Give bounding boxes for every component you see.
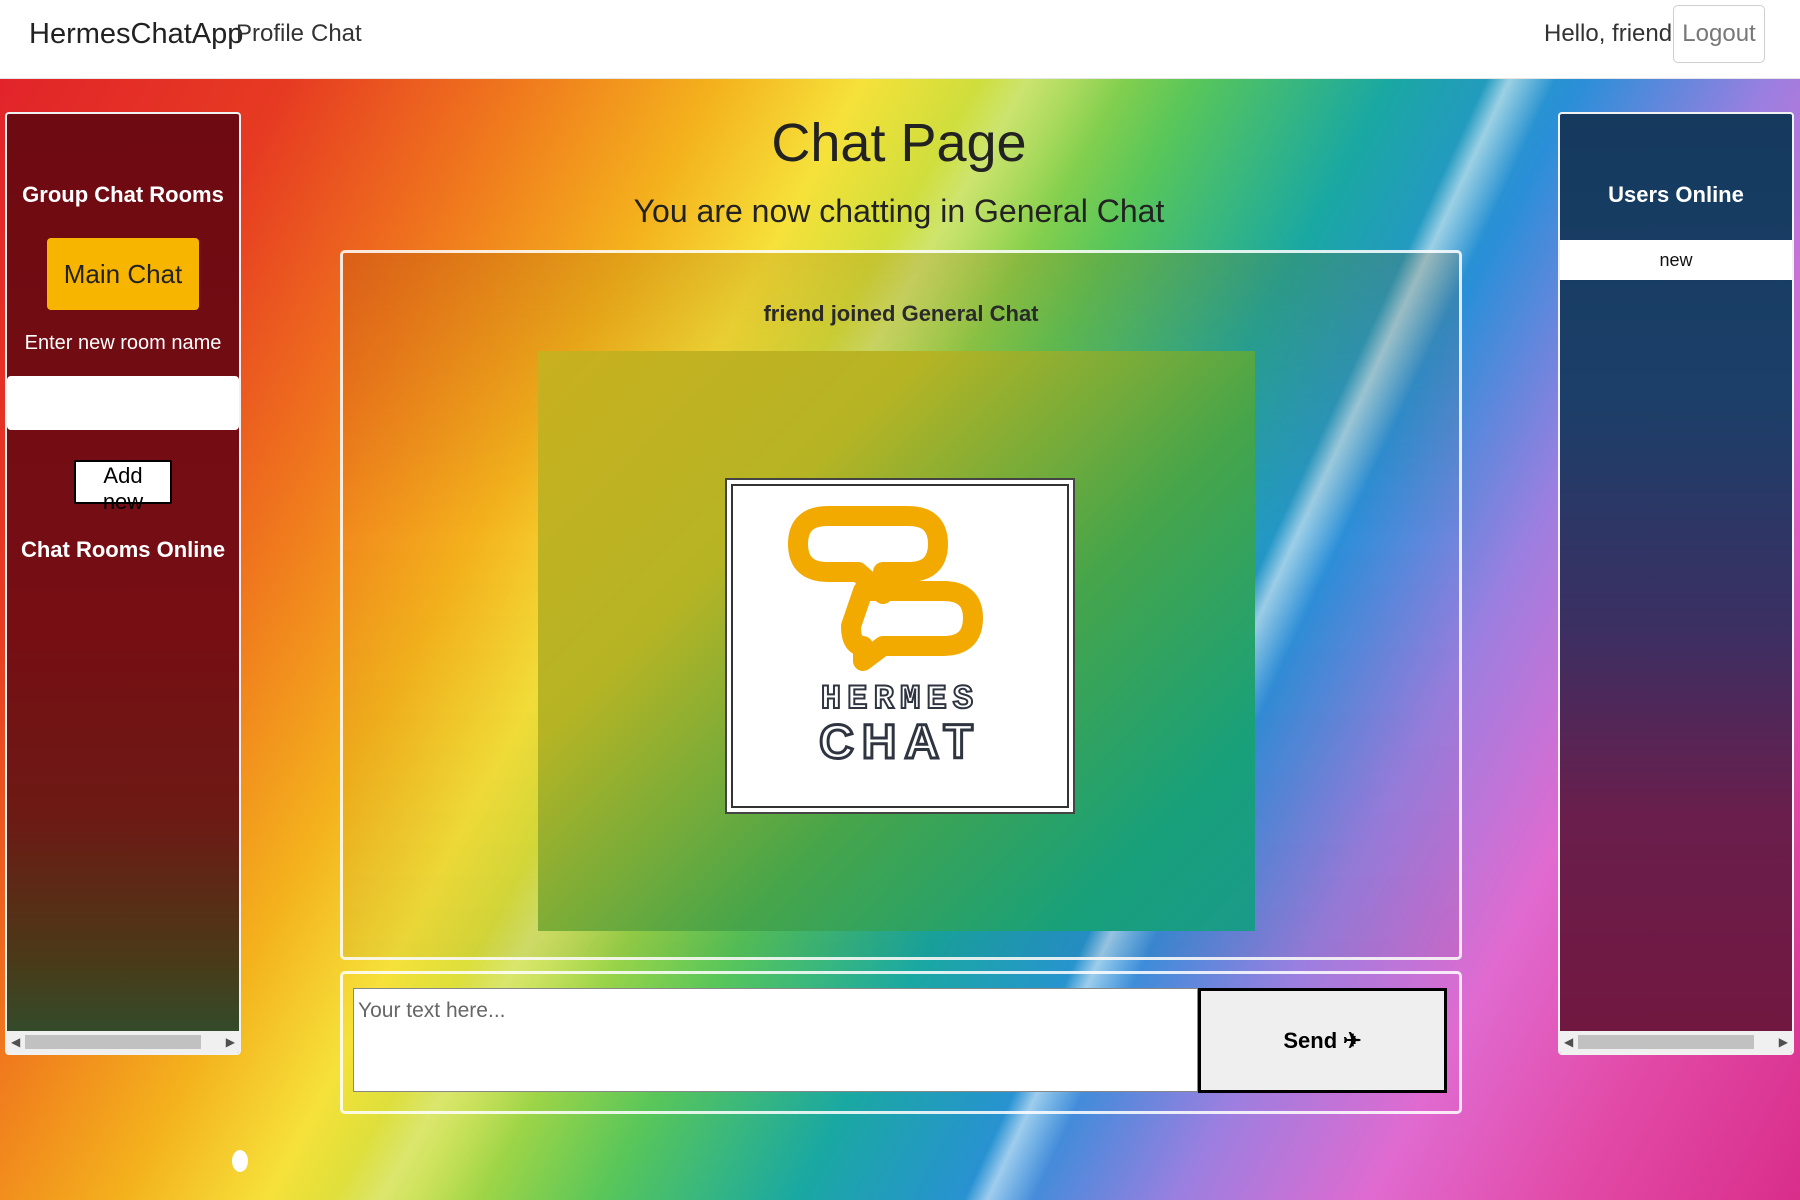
navbar: HermesChatApp Profile Chat Hello, friend… bbox=[0, 0, 1800, 79]
paper-plane-icon: ✈ bbox=[1343, 1027, 1362, 1053]
user-list-item[interactable]: new bbox=[1560, 240, 1792, 280]
new-room-label: Enter new room name bbox=[24, 332, 222, 354]
svg-text:HERMES: HERMES bbox=[821, 681, 979, 719]
left-panel-scrollbar[interactable]: ◀ ▶ bbox=[7, 1031, 239, 1053]
group-chat-rooms-panel: Group Chat Rooms Main Chat Enter new roo… bbox=[5, 112, 241, 1055]
scroll-left-icon[interactable]: ◀ bbox=[11, 1034, 20, 1050]
scroll-right-icon[interactable]: ▶ bbox=[1779, 1034, 1788, 1050]
scroll-right-icon[interactable]: ▶ bbox=[226, 1034, 235, 1050]
users-online-panel: Users Online new ◀ ▶ bbox=[1558, 112, 1794, 1055]
page-subtitle: You are now chatting in General Chat bbox=[633, 193, 1165, 229]
scroll-left-icon[interactable]: ◀ bbox=[1564, 1034, 1573, 1050]
message-input[interactable] bbox=[353, 988, 1198, 1092]
brand-link[interactable]: HermesChatApp bbox=[29, 18, 243, 51]
user-greeting: Hello, friend bbox=[1544, 20, 1673, 47]
add-room-button[interactable]: Add new bbox=[74, 460, 172, 514]
chat-rooms-online-title: Chat Rooms Online bbox=[20, 537, 226, 562]
scrollbar-thumb[interactable] bbox=[1578, 1035, 1754, 1049]
logout-button[interactable]: Logout bbox=[1673, 5, 1765, 63]
join-message: friend joined General Chat bbox=[763, 301, 1039, 326]
page-title: Chat Page bbox=[771, 113, 1027, 173]
chat-messages-box: friend joined General Chat HERMES CHAT bbox=[340, 250, 1462, 960]
svg-text:CHAT: CHAT bbox=[819, 716, 981, 769]
send-button[interactable]: Send ✈ bbox=[1198, 988, 1447, 1093]
hermes-chat-logo: HERMES CHAT bbox=[725, 478, 1075, 814]
nav-profile-link[interactable]: Profile bbox=[236, 20, 304, 48]
message-composer: Send✈ bbox=[340, 971, 1462, 1114]
group-chat-rooms-title: Group Chat Rooms bbox=[22, 182, 224, 207]
scrollbar-thumb[interactable] bbox=[25, 1035, 201, 1049]
main-chat-button[interactable]: Main Chat bbox=[47, 238, 199, 310]
users-online-title: Users Online bbox=[1608, 182, 1744, 207]
nav-chat-link[interactable]: Chat bbox=[311, 20, 362, 48]
logo-border: HERMES CHAT bbox=[731, 484, 1069, 808]
logo-text: HERMES CHAT bbox=[818, 680, 981, 771]
new-room-input[interactable] bbox=[7, 376, 239, 430]
chat-area: HERMES CHAT bbox=[538, 351, 1255, 931]
background-decoration bbox=[232, 1150, 248, 1172]
send-button-label: Send bbox=[1283, 1027, 1338, 1053]
right-panel-scrollbar[interactable]: ◀ ▶ bbox=[1560, 1031, 1792, 1053]
